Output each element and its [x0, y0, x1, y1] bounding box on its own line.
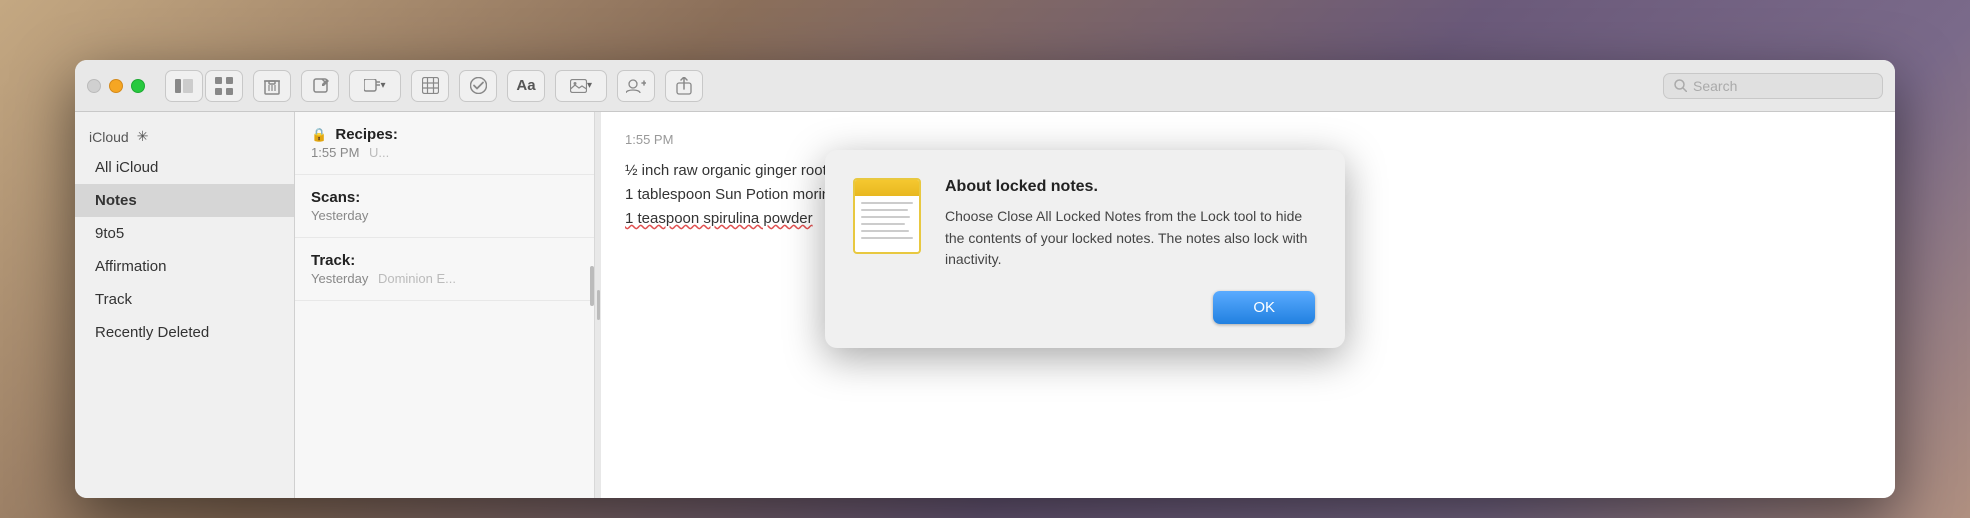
notepad-line — [861, 216, 910, 218]
modal-inner: About locked notes. Choose Close All Loc… — [853, 178, 1315, 271]
notepad-line — [861, 209, 908, 211]
modal-overlay: About locked notes. Choose Close All Loc… — [75, 60, 1895, 498]
modal-ok-button[interactable]: OK — [1213, 291, 1315, 324]
notepad-top — [855, 180, 919, 196]
notepad-line — [861, 202, 913, 204]
modal-title: About locked notes. — [945, 178, 1315, 196]
modal-footer: OK — [853, 291, 1315, 324]
modal-text: About locked notes. Choose Close All Loc… — [945, 178, 1315, 271]
notepad-lines — [855, 196, 919, 245]
modal-body: Choose Close All Locked Notes from the L… — [945, 206, 1315, 271]
notepad-line — [861, 230, 909, 232]
notes-window: ▾ Aa ▾ — [75, 60, 1895, 498]
notepad-line — [861, 237, 913, 239]
notepad-line — [861, 223, 905, 225]
modal-notepad-icon — [853, 178, 925, 258]
notepad-graphic — [853, 178, 921, 254]
about-locked-notes-modal: About locked notes. Choose Close All Loc… — [825, 150, 1345, 348]
